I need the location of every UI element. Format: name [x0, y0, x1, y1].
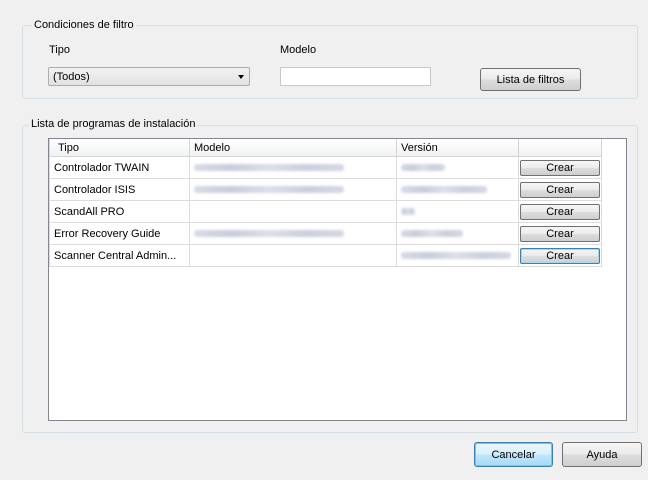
row-version-redacted — [396, 200, 519, 223]
row-model-redacted — [189, 156, 397, 179]
row-type: ScandAll PRO — [49, 200, 190, 223]
row-action-cell: Crear — [518, 222, 602, 245]
cancel-button[interactable]: Cancelar — [474, 442, 553, 467]
column-header-model[interactable]: Modelo — [189, 139, 397, 157]
table-row[interactable]: Scanner Central Admin... Crear — [49, 244, 602, 267]
help-button[interactable]: Ayuda — [562, 442, 642, 467]
row-type: Error Recovery Guide — [49, 222, 190, 245]
filter-conditions-legend: Condiciones de filtro — [32, 19, 136, 32]
row-model-empty — [189, 244, 397, 267]
type-select-value: (Todos) — [53, 70, 90, 83]
table-row[interactable]: Controlador ISIS Crear — [49, 178, 602, 201]
model-input[interactable] — [280, 67, 431, 86]
create-button[interactable]: Crear — [520, 159, 600, 176]
column-header-version[interactable]: Versión — [396, 139, 519, 157]
row-type: Scanner Central Admin... — [49, 244, 190, 267]
installers-legend: Lista de programas de instalación — [29, 118, 198, 131]
table-row[interactable]: Error Recovery Guide Crear — [49, 222, 602, 245]
create-button[interactable]: Crear — [520, 247, 600, 264]
row-version-redacted — [396, 244, 519, 267]
row-version-redacted — [396, 156, 519, 179]
installers-table: Tipo Modelo Versión Controlador TWAIN Cr… — [49, 139, 602, 267]
row-model-redacted — [189, 178, 397, 201]
row-version-redacted — [396, 222, 519, 245]
row-version-redacted — [396, 178, 519, 201]
create-button[interactable]: Crear — [520, 181, 600, 198]
create-button[interactable]: Crear — [520, 203, 600, 220]
row-type: Controlador TWAIN — [49, 156, 190, 179]
column-header-action — [518, 139, 602, 157]
type-select[interactable]: (Todos) — [48, 67, 250, 86]
installers-list[interactable]: Tipo Modelo Versión Controlador TWAIN Cr… — [48, 138, 627, 421]
create-button[interactable]: Crear — [520, 225, 600, 242]
table-row[interactable]: ScandAll PRO Crear — [49, 200, 602, 223]
row-action-cell: Crear — [518, 244, 602, 267]
row-type: Controlador ISIS — [49, 178, 190, 201]
row-model-empty — [189, 200, 397, 223]
filter-list-button[interactable]: Lista de filtros — [480, 68, 581, 91]
row-action-cell: Crear — [518, 156, 602, 179]
table-row[interactable]: Controlador TWAIN Crear — [49, 156, 602, 179]
row-model-redacted — [189, 222, 397, 245]
model-label: Modelo — [280, 44, 317, 56]
row-action-cell: Crear — [518, 178, 602, 201]
column-header-type[interactable]: Tipo — [49, 139, 190, 157]
row-action-cell: Crear — [518, 200, 602, 223]
type-label: Tipo — [49, 44, 70, 56]
table-header-row: Tipo Modelo Versión — [49, 139, 602, 157]
chevron-down-icon — [238, 75, 244, 79]
